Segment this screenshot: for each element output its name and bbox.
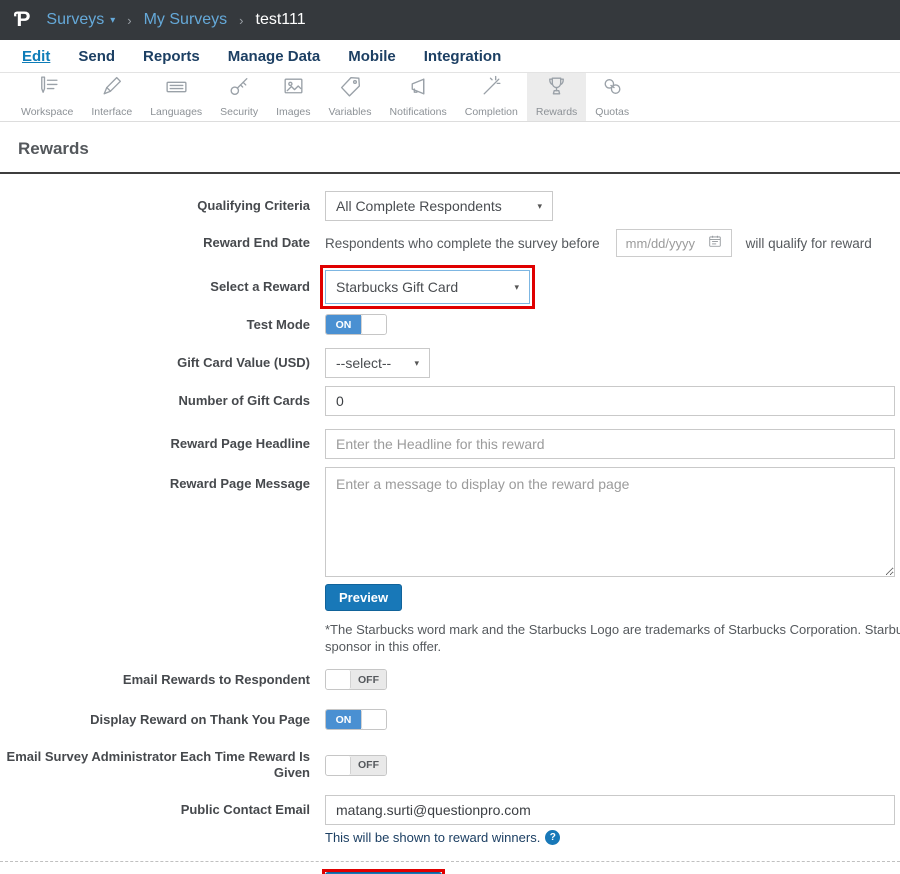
- red-annotation-box: Starbucks Gift Card ▾: [320, 265, 535, 309]
- email-rewards-label: Email Rewards to Respondent: [0, 672, 310, 688]
- gift-card-value-select[interactable]: --select-- ▾: [325, 348, 430, 378]
- breadcrumb-separator-icon: ›: [239, 13, 243, 28]
- display-reward-toggle[interactable]: ON: [325, 709, 387, 730]
- toolbar-item-workspace[interactable]: Workspace: [12, 73, 82, 121]
- trophy-icon: [544, 74, 569, 104]
- starbucks-disclaimer: *The Starbucks word mark and the Starbuc…: [325, 621, 900, 655]
- gift-card-value-row: Gift Card Value (USD) --select-- ▾: [0, 348, 900, 378]
- test-mode-label: Test Mode: [0, 317, 310, 333]
- breadcrumb-my-surveys[interactable]: My Surveys: [144, 11, 228, 29]
- toolbar-item-interface[interactable]: Interface: [82, 73, 141, 121]
- pen-icon: [99, 74, 124, 104]
- rewards-form: Qualifying Criteria All Complete Respond…: [0, 174, 900, 874]
- chain-links-icon: [600, 74, 625, 104]
- chevron-down-icon: ▾: [414, 358, 419, 369]
- toolbar-item-notifications[interactable]: Notifications: [381, 73, 456, 121]
- public-email-helper: This will be shown to reward winners. ?: [325, 830, 900, 845]
- select-reward-select[interactable]: Starbucks Gift Card ▾: [325, 270, 530, 304]
- toggle-knob: [361, 710, 386, 729]
- toolbar-item-languages[interactable]: Languages: [141, 73, 211, 121]
- email-rewards-row: Email Rewards to Respondent OFF: [0, 669, 900, 690]
- end-date-prefix-text: Respondents who complete the survey befo…: [325, 236, 600, 251]
- chevron-down-icon: ▾: [537, 201, 542, 212]
- tab-integration[interactable]: Integration: [410, 48, 516, 65]
- reward-end-date-row: Reward End Date Respondents who complete…: [0, 229, 900, 257]
- tab-manage-data[interactable]: Manage Data: [214, 48, 335, 65]
- qualifying-criteria-select[interactable]: All Complete Respondents ▾: [325, 191, 553, 221]
- end-date-input[interactable]: mm/dd/yyyy: [616, 229, 732, 257]
- email-admin-label: Email Survey Administrator Each Time Rew…: [0, 749, 310, 781]
- tab-reports[interactable]: Reports: [129, 48, 214, 65]
- chevron-down-icon: ▾: [514, 282, 519, 293]
- display-reward-row: Display Reward on Thank You Page ON: [0, 709, 900, 730]
- num-gift-cards-input[interactable]: [325, 386, 895, 416]
- public-email-row: Public Contact Email: [0, 795, 900, 825]
- breadcrumb-survey-name: test111: [256, 11, 306, 29]
- key-icon: [227, 74, 252, 104]
- email-admin-toggle[interactable]: OFF: [325, 755, 387, 776]
- edit-section-toolbar: Workspace Interface Languages Security I…: [0, 73, 900, 122]
- magic-wand-icon: [479, 74, 504, 104]
- chevron-down-icon[interactable]: ▾: [110, 15, 115, 26]
- test-mode-row: Test Mode ON: [0, 314, 900, 335]
- toggle-knob: [326, 756, 351, 775]
- toolbar-item-quotas[interactable]: Quotas: [586, 73, 638, 121]
- main-tab-bar: Edit Send Reports Manage Data Mobile Int…: [0, 40, 900, 73]
- headline-row: Reward Page Headline: [0, 429, 900, 459]
- end-date-suffix-text: will qualify for reward: [746, 236, 872, 251]
- qualifying-criteria-row: Qualifying Criteria All Complete Respond…: [0, 191, 900, 221]
- message-label: Reward Page Message: [0, 467, 310, 492]
- public-email-label: Public Contact Email: [0, 802, 310, 818]
- num-gift-cards-row: Number of Gift Cards: [0, 386, 900, 416]
- toolbar-item-completion[interactable]: Completion: [456, 73, 527, 121]
- email-rewards-toggle[interactable]: OFF: [325, 669, 387, 690]
- toggle-knob: [326, 670, 351, 689]
- tab-send[interactable]: Send: [64, 48, 129, 65]
- num-gift-cards-label: Number of Gift Cards: [0, 393, 310, 409]
- preview-button[interactable]: Preview: [325, 584, 402, 611]
- questionpro-logo-icon[interactable]: Ƥ: [14, 8, 30, 32]
- toolbar-item-rewards[interactable]: Rewards: [527, 73, 586, 121]
- megaphone-icon: [406, 74, 431, 104]
- select-reward-row: Select a Reward Starbucks Gift Card ▾: [0, 265, 900, 309]
- image-icon: [281, 74, 306, 104]
- gift-card-value-label: Gift Card Value (USD): [0, 355, 310, 371]
- qualifying-criteria-label: Qualifying Criteria: [0, 198, 310, 214]
- app-header: Ƥ Surveys ▾ › My Surveys › test111: [0, 0, 900, 40]
- toolbar-item-images[interactable]: Images: [267, 73, 319, 121]
- toolbar-item-variables[interactable]: Variables: [320, 73, 381, 121]
- headline-input[interactable]: [325, 429, 895, 459]
- reward-end-date-label: Reward End Date: [0, 235, 310, 251]
- pen-list-icon: [35, 74, 60, 104]
- select-reward-label: Select a Reward: [0, 279, 310, 295]
- breadcrumb-separator-icon: ›: [127, 13, 131, 28]
- bottom-dashed-divider: [0, 861, 900, 862]
- calendar-icon[interactable]: [708, 234, 722, 253]
- toggle-knob: [361, 315, 386, 334]
- breadcrumb-surveys[interactable]: Surveys: [46, 11, 104, 29]
- red-annotation-box: Save Changes: [322, 869, 445, 874]
- toolbar-item-security[interactable]: Security: [211, 73, 267, 121]
- help-question-icon[interactable]: ?: [545, 830, 560, 845]
- email-admin-row: Email Survey Administrator Each Time Rew…: [0, 749, 900, 781]
- test-mode-toggle[interactable]: ON: [325, 314, 387, 335]
- tag-icon: [338, 74, 363, 104]
- message-textarea[interactable]: [325, 467, 895, 577]
- headline-label: Reward Page Headline: [0, 436, 310, 452]
- display-reward-label: Display Reward on Thank You Page: [0, 712, 310, 728]
- page-title: Rewards: [0, 122, 900, 172]
- public-email-input[interactable]: [325, 795, 895, 825]
- preview-row: Preview: [325, 584, 900, 611]
- keyboard-icon: [164, 74, 189, 104]
- message-row: Reward Page Message: [0, 467, 900, 577]
- tab-mobile[interactable]: Mobile: [334, 48, 410, 65]
- tab-edit[interactable]: Edit: [8, 48, 64, 65]
